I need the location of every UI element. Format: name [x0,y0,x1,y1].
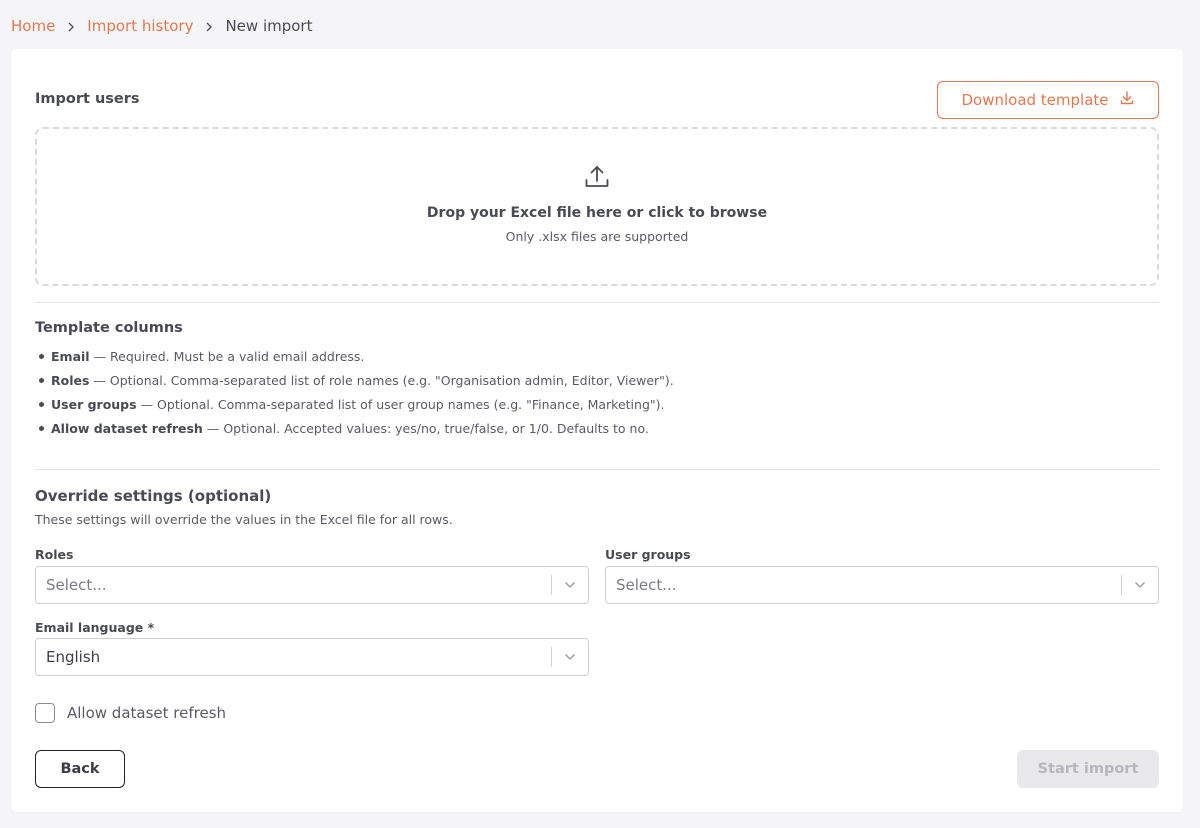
template-columns-title: Template columns [35,320,183,336]
upload-icon [584,163,610,193]
override-settings-subtitle: These settings will override the values … [35,512,453,527]
divider [35,302,1159,303]
download-template-button[interactable]: Download template [937,81,1159,119]
download-template-label: Download template [961,91,1109,109]
chevron-down-icon[interactable] [1122,581,1158,589]
column-name: Allow dataset refresh [51,420,203,436]
breadcrumb-home-link[interactable]: Home [11,17,55,35]
roles-select[interactable]: Select... [35,566,589,604]
list-item: Roles — Optional. Comma-separated list o… [39,368,674,392]
email-language-select[interactable]: English [35,638,589,676]
column-name: User groups [51,396,137,412]
override-settings-title: Override settings (optional) [35,487,272,505]
email-language-label: Email language * [35,620,155,635]
column-description: — Optional. Comma-separated list of role… [93,372,674,388]
column-name: Roles [51,372,90,388]
breadcrumb: Home Import history New import [11,15,312,37]
roles-label: Roles [35,547,74,562]
breadcrumb-current: New import [225,17,313,35]
list-item: User groups — Optional. Comma-separated … [39,392,674,416]
email-language-value: English [46,648,101,666]
chevron-right-icon [205,22,213,32]
user-groups-select-placeholder: Select... [616,576,677,594]
column-description: — Required. Must be a valid email addres… [93,348,365,364]
column-description: — Optional. Accepted values: yes/no, tru… [206,420,649,436]
chevron-down-icon[interactable] [552,581,588,589]
list-item: Allow dataset refresh — Optional. Accept… [39,416,674,440]
import-users-title: Import users [35,91,140,107]
column-name: Email [51,348,90,364]
chevron-down-icon[interactable] [552,653,588,661]
allow-dataset-refresh-label[interactable]: Allow dataset refresh [67,704,226,722]
allow-dataset-refresh-row: Allow dataset refresh [35,703,226,723]
download-icon [1119,90,1135,110]
user-groups-select[interactable]: Select... [605,566,1159,604]
user-groups-label: User groups [605,547,691,562]
import-card: Import users Download template Drop your… [11,49,1183,812]
column-description: — Optional. Comma-separated list of user… [140,396,665,412]
dropzone-subtitle: Only .xlsx files are supported [505,229,689,244]
template-columns-list: Email — Required. Must be a valid email … [39,344,674,440]
divider [35,469,1159,470]
roles-select-placeholder: Select... [46,576,107,594]
file-dropzone[interactable]: Drop your Excel file here or click to br… [35,127,1159,286]
breadcrumb-import-history-link[interactable]: Import history [87,17,193,35]
list-item: Email — Required. Must be a valid email … [39,344,674,368]
start-import-button[interactable]: Start import [1017,750,1159,788]
dropzone-title: Drop your Excel file here or click to br… [426,205,768,221]
allow-dataset-refresh-checkbox[interactable] [35,703,55,723]
chevron-right-icon [67,22,75,32]
back-button[interactable]: Back [35,750,125,788]
